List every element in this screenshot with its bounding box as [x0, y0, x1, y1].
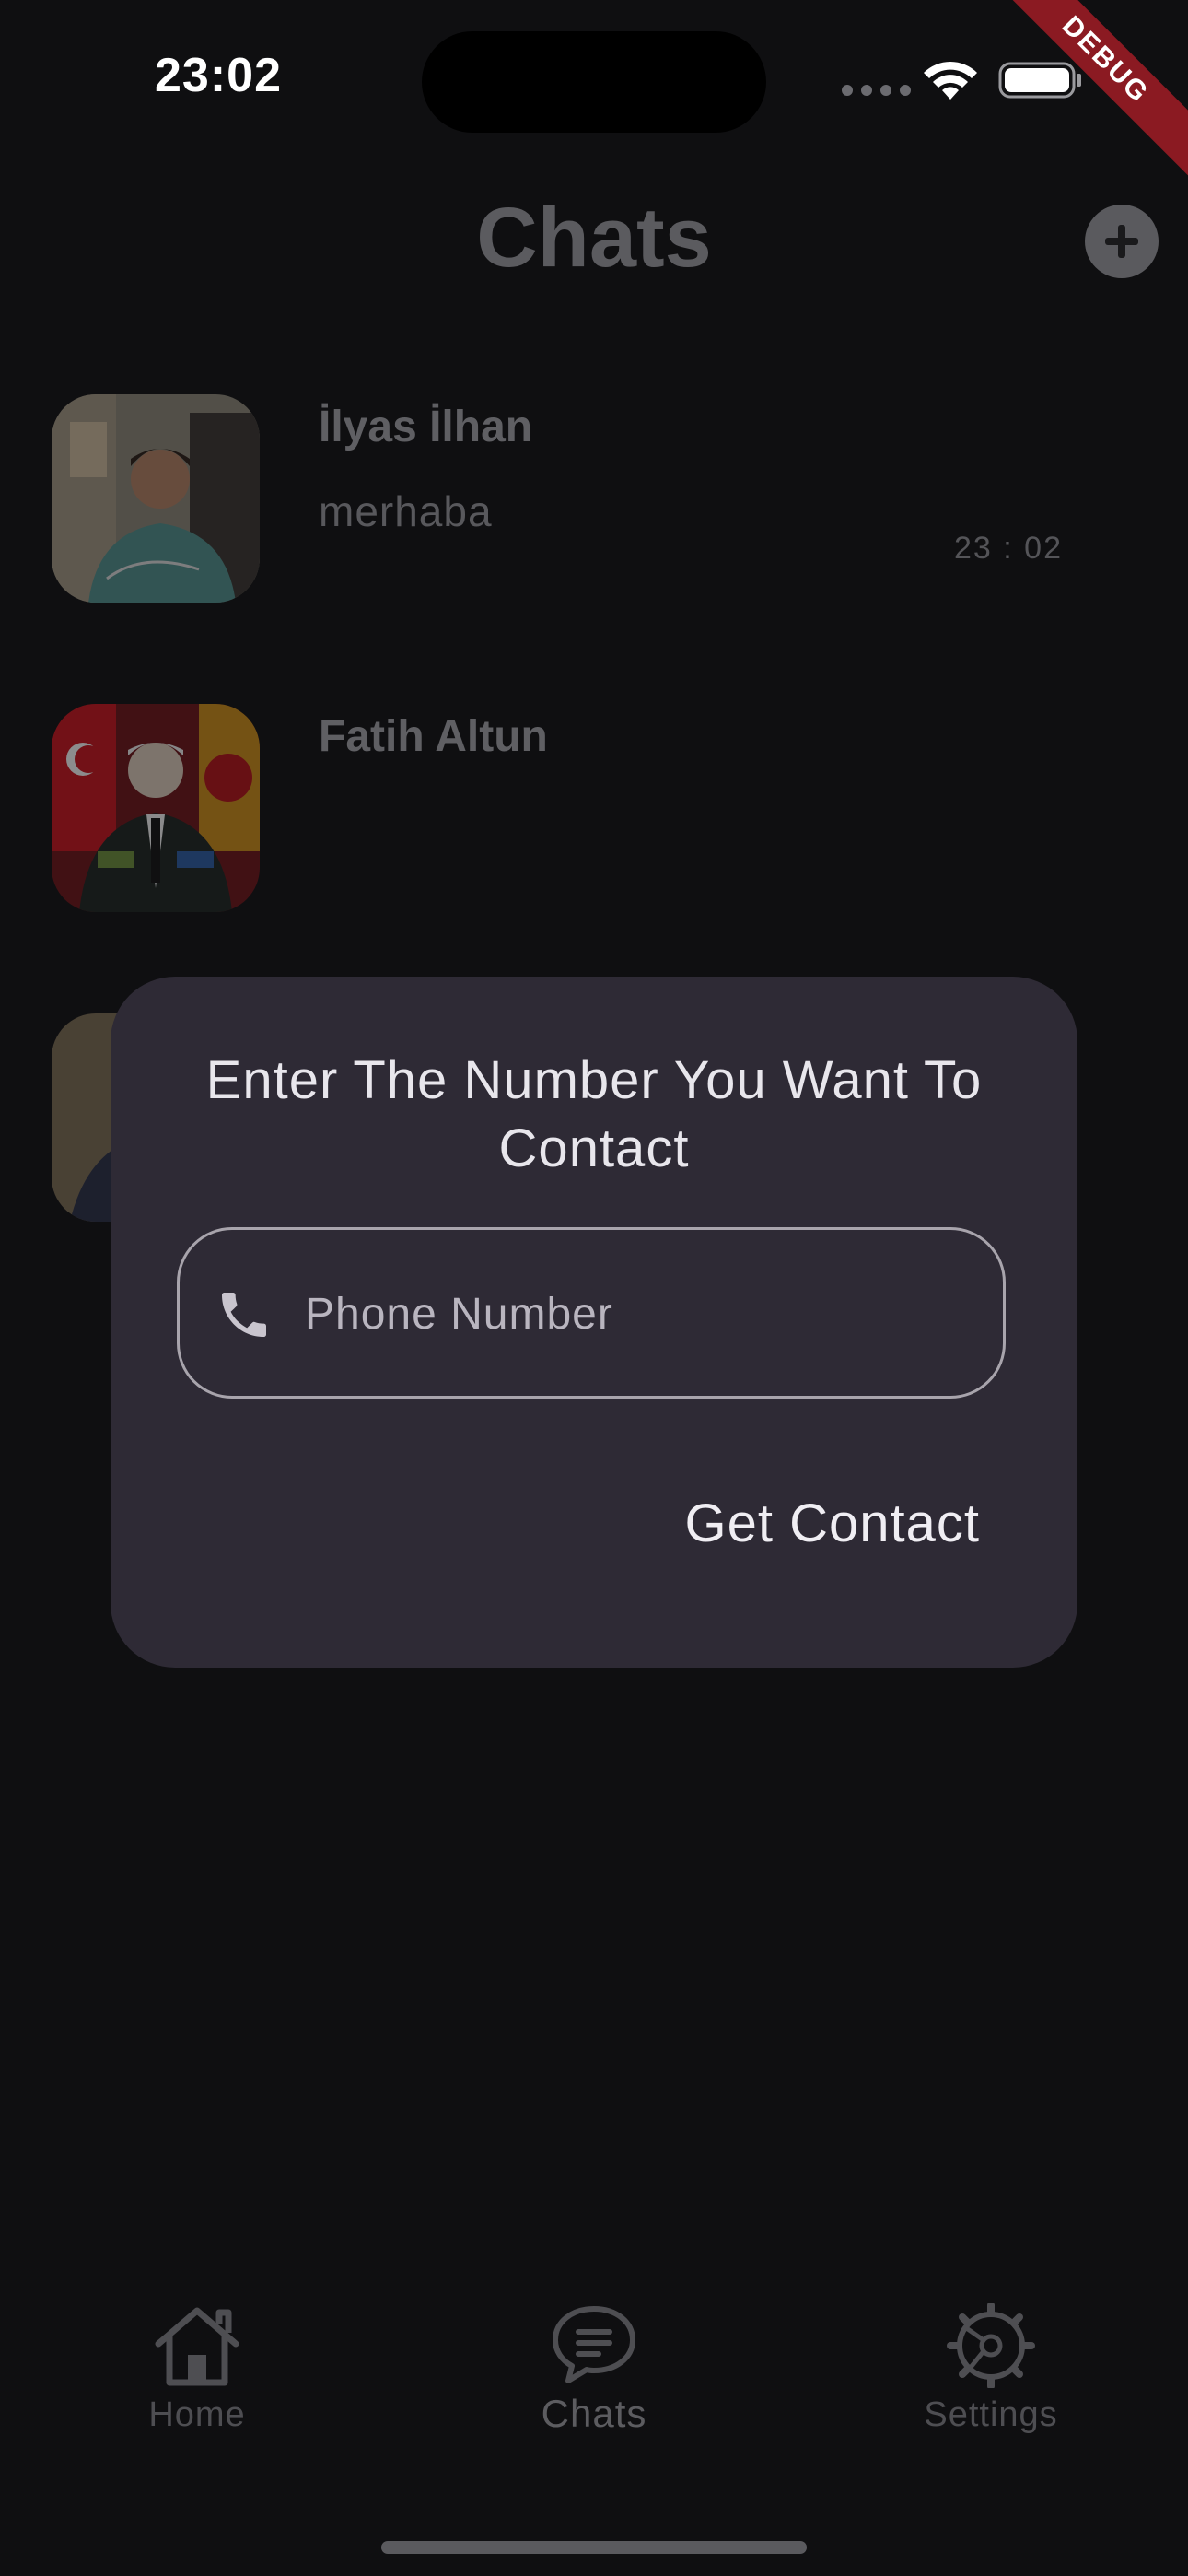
battery-icon — [998, 62, 1081, 99]
contact-name: İlyas İlhan — [319, 403, 533, 451]
nav-label-home: Home — [148, 2395, 246, 2434]
gear-icon — [947, 2303, 1035, 2388]
chat-bubble-icon — [553, 2306, 635, 2383]
nav-label-settings: Settings — [924, 2395, 1058, 2434]
chat-list-item[interactable]: Fatih Altun — [0, 704, 1188, 925]
bottom-navigation: Home Chats Settings — [0, 2303, 1188, 2488]
contact-number-dialog: Enter The Number You Want To Contact Get… — [111, 977, 1077, 1668]
plus-circle-icon — [1105, 225, 1138, 258]
dialog-title: Enter The Number You Want To Contact — [205, 1050, 983, 1178]
nav-item-chats[interactable]: Chats — [474, 2303, 714, 2436]
avatar — [52, 704, 260, 912]
chat-list-item[interactable]: İlyas İlhan merhaba 23 : 02 — [0, 394, 1188, 615]
contact-name: Fatih Altun — [319, 712, 548, 761]
phone-number-field[interactable] — [177, 1227, 1006, 1399]
avatar — [52, 394, 260, 603]
add-chat-button[interactable] — [1085, 205, 1159, 278]
nav-label-chats: Chats — [541, 2392, 647, 2435]
get-contact-button[interactable]: Get Contact — [685, 1493, 980, 1554]
cellular-signal-icon — [842, 85, 911, 96]
page-title: Chats — [476, 191, 712, 285]
dynamic-island — [422, 31, 766, 133]
home-indicator[interactable] — [381, 2541, 807, 2554]
nav-item-settings[interactable]: Settings — [871, 2303, 1111, 2435]
status-time: 23:02 — [155, 49, 282, 102]
nav-item-home[interactable]: Home — [77, 2303, 317, 2435]
chats-screen: 23:02 DEBUG Chats İlyas İlhan merhaba 23… — [0, 0, 1188, 2576]
last-message: merhaba — [319, 487, 493, 535]
message-time: 23 : 02 — [954, 531, 1063, 566]
home-icon — [155, 2307, 239, 2386]
phone-number-input[interactable] — [303, 1230, 988, 1398]
phone-icon — [222, 1293, 266, 1337]
wifi-icon — [924, 61, 977, 100]
